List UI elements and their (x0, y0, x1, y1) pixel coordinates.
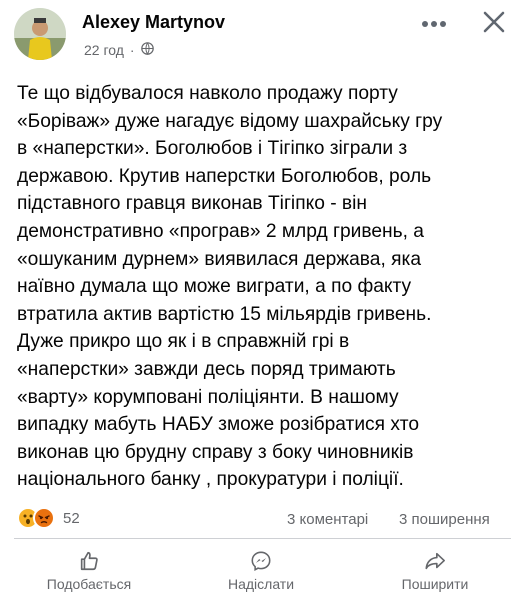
post-text-line: «варту» корумповані поліціянти. В нашому (17, 386, 399, 408)
close-icon (482, 10, 506, 39)
more-horizontal-icon (421, 15, 447, 33)
post-text-line: державою. Крутив наперстки Боголюбов, ро… (17, 165, 432, 187)
comments-count[interactable]: 3 коментарі (287, 511, 368, 528)
author-name[interactable]: Alexey Martynov (82, 12, 225, 33)
action-bar: Подобається Надіслати Поширити (0, 542, 525, 600)
post-text-line: «ошуканим дурнем» виявилася держава, яка (17, 248, 421, 270)
post-text-line: демонстративно «програв» 2 млрд гривень,… (17, 220, 424, 242)
like-label: Подобається (46, 576, 132, 592)
post-stats: 52 3 коментарі 3 поширення (0, 504, 525, 532)
share-arrow-icon (424, 550, 446, 572)
post-text-line: підставного гравця виконав Тігіпко - він (17, 193, 367, 215)
thumbs-up-icon (78, 550, 100, 572)
send-label: Надіслати (227, 576, 295, 592)
post-text-line: «Боріваж» дуже нагадує відому шахрайську… (17, 110, 443, 132)
post-text-line: «наперстки» завжди десь поряд тримають (17, 358, 396, 380)
reaction-count: 52 (63, 509, 80, 527)
share-button[interactable]: Поширити (370, 542, 500, 600)
reactions-summary[interactable]: 52 (17, 507, 80, 529)
post-text-line: національного банку , прокуратури і полі… (17, 469, 404, 491)
post-text-line: Дуже прикро що як і в справжній грі в (17, 331, 350, 353)
more-options-button[interactable] (418, 12, 450, 36)
post-text-line: втратила актив вартістю 15 мільярдів гри… (17, 303, 432, 325)
close-button[interactable] (480, 10, 508, 38)
post-body: Те що відбувалося навколо продажу порту … (17, 80, 517, 494)
shares-count[interactable]: 3 поширення (399, 511, 490, 528)
share-label: Поширити (401, 576, 469, 592)
post-header: Alexey Martynov 22 год · (0, 0, 525, 68)
messenger-icon (250, 550, 272, 572)
post-meta: 22 год · (84, 42, 154, 58)
post-text-line: виконав цю брудну справу з боку чиновник… (17, 441, 414, 463)
post-text-line: випадку мабуть НАБУ зможе розібратися хт… (17, 414, 419, 436)
angry-reaction-icon (33, 507, 55, 529)
like-button[interactable]: Подобається (24, 542, 154, 600)
post-text-line: Те що відбувалося навколо продажу порту (17, 83, 398, 104)
globe-icon (140, 42, 154, 58)
send-button[interactable]: Надіслати (196, 542, 326, 600)
post-time[interactable]: 22 год (84, 42, 124, 58)
post-text-line: наївно думала що може виграти, а по факт… (17, 276, 412, 298)
separator-dot: · (129, 42, 135, 58)
divider (14, 538, 511, 539)
avatar[interactable] (14, 8, 66, 60)
post-text-line: в «наперстки». Боголюбов і Тігіпко зігра… (17, 138, 408, 160)
